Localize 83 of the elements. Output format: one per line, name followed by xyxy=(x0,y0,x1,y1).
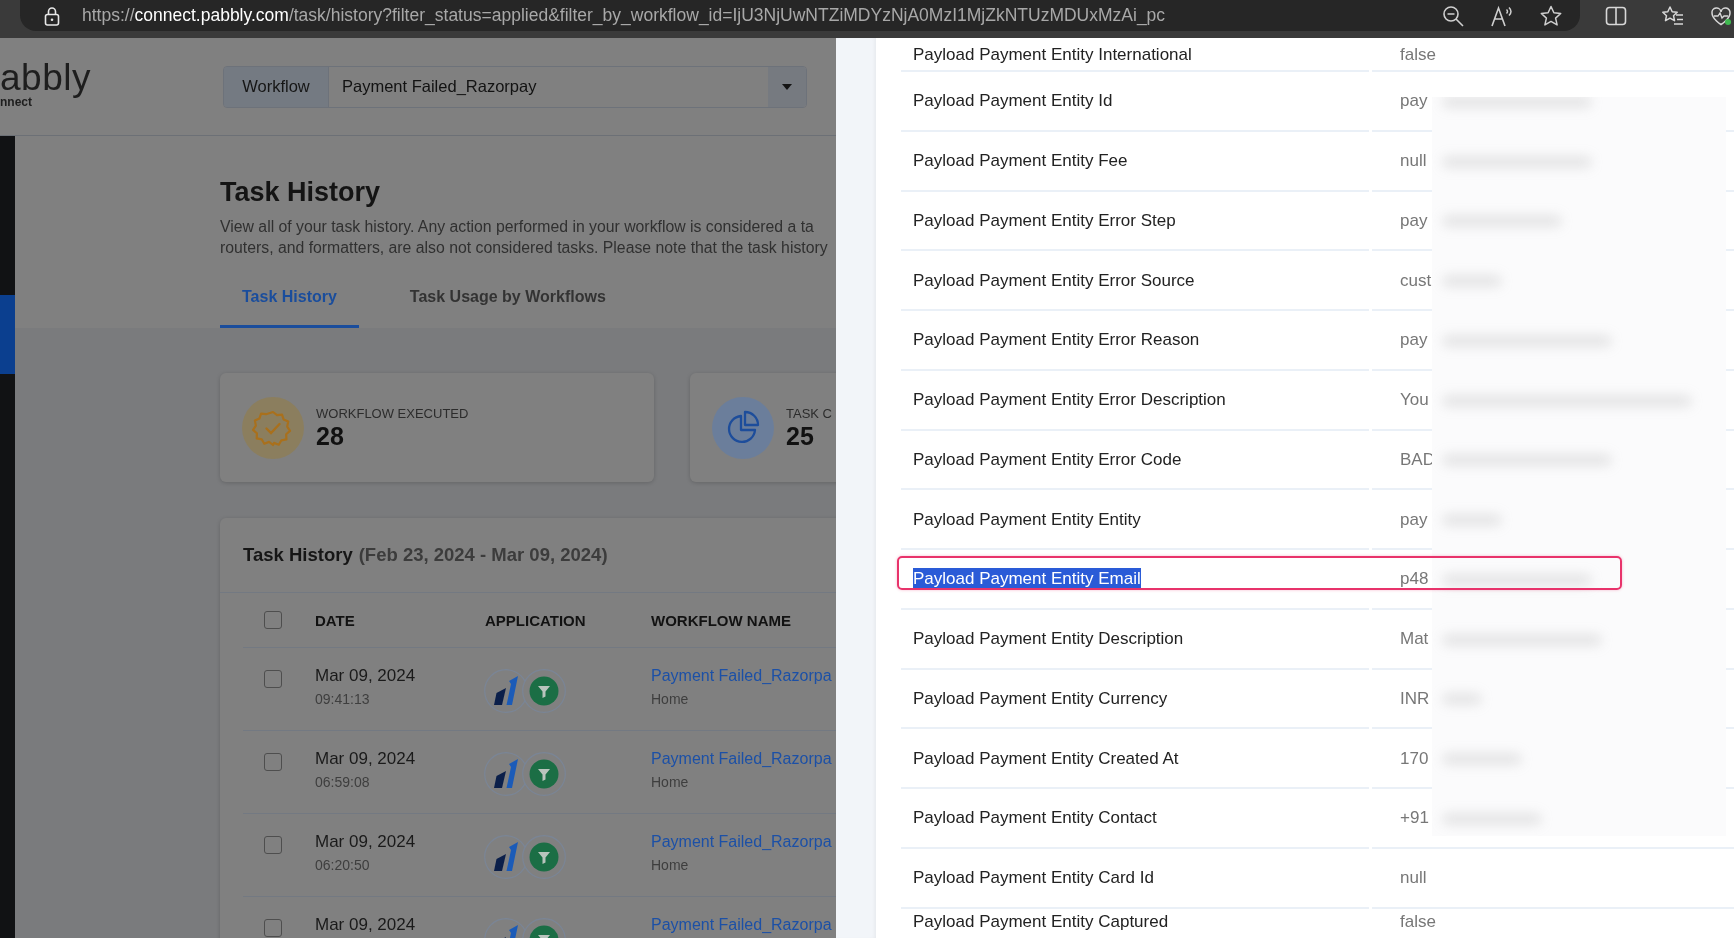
column-header: WORKFLOW NAME xyxy=(651,611,792,629)
field-label: Payload Payment Entity Error Reason xyxy=(913,329,1200,351)
field-label: Payload Payment Entity Currency xyxy=(913,687,1168,709)
task-date: Mar 09, 2024 xyxy=(315,665,416,687)
slanted-logo-icon xyxy=(484,752,528,796)
logo-text: abbly xyxy=(0,60,91,96)
task-time: 06:20:50 xyxy=(315,856,370,875)
url-text: https://connect.pabbly.com/task/history?filter_status=applied&filter_by_workflow_id=IjU3NjUwNTZiMDYzNjA0MzI1MjZkNTUzMDUxMzAi_pc xyxy=(82,5,1166,26)
field-value: false xyxy=(1400,43,1436,65)
stat-label: WORKFLOW EXECUTED xyxy=(316,405,469,422)
field-value: cust xyxy=(1400,269,1432,291)
field-value: null xyxy=(1400,867,1427,889)
workflow-link[interactable]: Payment Failed_Razorpa xyxy=(651,914,832,936)
favorites-icon[interactable] xyxy=(1662,5,1684,27)
field-label: Payload Payment Entity Captured xyxy=(913,910,1169,932)
description-line: View all of your task history. Any action performed in your workflow is considered a ta xyxy=(220,217,814,237)
row-checkbox[interactable] xyxy=(264,919,282,937)
logo-subtext: nnect xyxy=(0,96,32,109)
split-screen-icon[interactable] xyxy=(1605,5,1627,27)
funnel-icon xyxy=(522,752,566,796)
folder-name: Home xyxy=(651,690,689,709)
pie-chart-icon xyxy=(712,396,774,459)
page-title: Task History xyxy=(220,176,381,209)
slanted-logo-icon xyxy=(484,835,528,879)
select-all-checkbox[interactable] xyxy=(264,611,282,629)
folder-name: Home xyxy=(651,773,689,792)
field-label: Payload Payment Entity Error Step xyxy=(913,209,1176,231)
stat-value: 25 xyxy=(786,422,814,450)
stat-label: TASK C xyxy=(786,405,832,422)
field-value: INR xyxy=(1400,687,1430,709)
lock-icon xyxy=(44,5,60,26)
field-label: Payload Payment Entity Card Id xyxy=(913,867,1154,889)
seal-check-icon xyxy=(242,396,304,459)
field-value: Mat xyxy=(1400,628,1429,650)
zoom-out-icon[interactable] xyxy=(1442,4,1464,27)
field-value: You xyxy=(1400,389,1429,411)
field-label: Payload Payment Entity Error Code xyxy=(913,448,1182,470)
address-bar[interactable]: https://connect.pabbly.com/task/history?filter_status=applied&filter_by_workflow_id=IjU3NjUwNTZiMDYzNjA0MzI1MjZkNTUzMDUxMzAi_pc xyxy=(20,0,1580,31)
task-date: Mar 09, 2024 xyxy=(315,748,416,770)
field-value: pay xyxy=(1400,508,1428,530)
row-checkbox[interactable] xyxy=(264,670,282,688)
row-checkbox[interactable] xyxy=(264,753,282,771)
field-label: Payload Payment Entity Email xyxy=(913,568,1141,590)
field-value: pay xyxy=(1400,329,1428,351)
field-value: 170 xyxy=(1400,747,1429,769)
field-value: pay xyxy=(1400,209,1428,231)
workflow-link[interactable]: Payment Failed_Razorpa xyxy=(651,748,832,770)
field-label: Payload Payment Entity Id xyxy=(913,90,1113,112)
tab[interactable]: Task Usage by Workflows xyxy=(387,273,628,328)
field-label: Payload Payment Entity Error Source xyxy=(913,269,1195,291)
funnel-icon xyxy=(522,669,566,713)
folder-name: Home xyxy=(651,856,689,875)
row-checkbox[interactable] xyxy=(264,836,282,854)
task-time: 06:59:08 xyxy=(315,773,370,792)
slanted-logo-icon xyxy=(484,669,528,713)
workflow-link[interactable]: Payment Failed_Razorpa xyxy=(651,831,832,853)
field-label: Payload Payment Entity Created At xyxy=(913,747,1179,769)
stat-value: 28 xyxy=(316,422,344,450)
column-header: DATE xyxy=(315,611,356,629)
tab[interactable]: Task History xyxy=(220,273,359,328)
read-aloud-icon[interactable] xyxy=(1491,4,1513,27)
task-date: Mar 09, 2024 xyxy=(315,914,416,936)
field-label: Payload Payment Entity Description xyxy=(913,628,1184,650)
field-label: Payload Payment Entity Contact xyxy=(913,807,1157,829)
field-value: false xyxy=(1400,910,1436,932)
field-value: null xyxy=(1400,150,1427,172)
field-label: Payload Payment Entity Error Description xyxy=(913,389,1226,411)
date-range: (Feb 23, 2024 - Mar 09, 2024) xyxy=(358,544,608,566)
description-line: routers, and formatters, are also not considered tasks. Please note that the task history xyxy=(220,238,828,258)
funnel-icon xyxy=(522,835,566,879)
field-label: Payload Payment Entity Entity xyxy=(913,508,1141,530)
field-value: p48 xyxy=(1400,568,1429,590)
task-time: 09:41:13 xyxy=(315,690,370,709)
table-title: Task History xyxy=(243,544,353,566)
field-label: Payload Payment Entity International xyxy=(913,43,1192,65)
field-value: pay xyxy=(1400,90,1428,112)
task-date: Mar 09, 2024 xyxy=(315,831,416,853)
workflow-link[interactable]: Payment Failed_Razorpa xyxy=(651,665,832,687)
heart-pulse-icon[interactable] xyxy=(1710,5,1732,27)
star-icon[interactable] xyxy=(1540,4,1562,27)
field-label: Payload Payment Entity Fee xyxy=(913,150,1128,172)
field-value: +91 xyxy=(1400,807,1429,829)
column-header: APPLICATION xyxy=(485,611,587,629)
